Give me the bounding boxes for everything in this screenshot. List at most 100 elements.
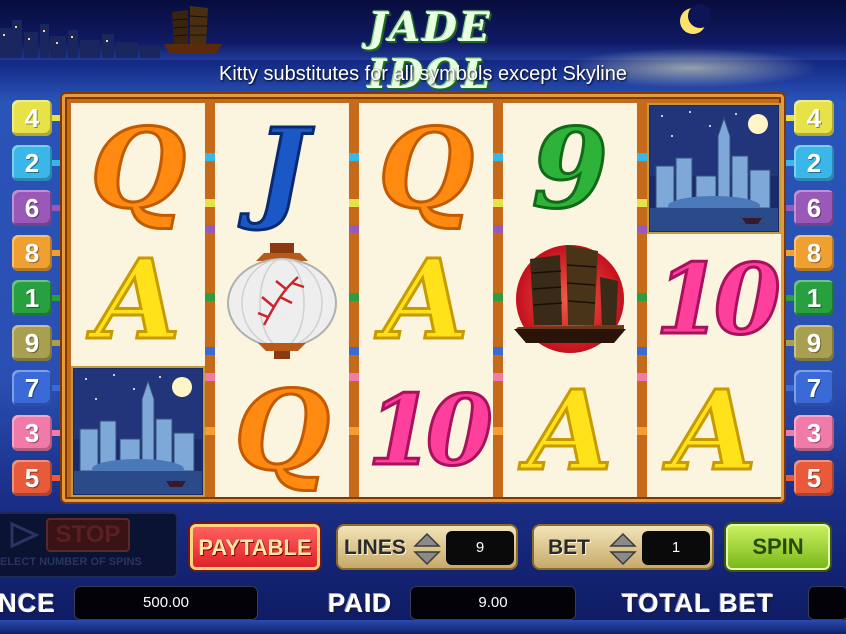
- game-logo: JADE IDOL: [367, 4, 493, 98]
- payline-connector: [349, 225, 359, 233]
- payline-left-tab[interactable]: 1: [12, 280, 66, 316]
- payline-left-tab[interactable]: 4: [12, 100, 66, 136]
- symbol-a: A: [647, 366, 781, 497]
- payline-right-tab[interactable]: 6: [780, 190, 834, 226]
- payline-right-tab[interactable]: 4: [780, 100, 834, 136]
- payline-connector: [637, 199, 647, 207]
- symbol-10: 10: [359, 366, 495, 497]
- symbol-label: J: [254, 103, 309, 233]
- total-bet-value: [808, 586, 846, 620]
- symbol-label: A: [670, 366, 758, 496]
- symbol-junk-ship-icon: [503, 234, 637, 365]
- payline-connector: [205, 225, 215, 233]
- payline-connector: [493, 427, 503, 435]
- symbol-skyline-icon: [647, 103, 781, 234]
- payline-connector: [205, 427, 215, 435]
- payline-right-tab[interactable]: 8: [780, 235, 834, 271]
- payline-connector: [349, 153, 359, 161]
- symbol-j: J: [215, 103, 349, 234]
- symbol-label: A: [526, 366, 614, 496]
- symbol-label: A: [382, 234, 470, 364]
- symbol-a: A: [359, 234, 493, 365]
- payline-right-tab[interactable]: 7: [780, 370, 834, 406]
- symbol-skyline-icon: [71, 365, 205, 497]
- bottom-strip: [0, 620, 846, 634]
- payline-connector: [493, 347, 503, 355]
- payline-connector: [349, 293, 359, 301]
- bet-stepper: BET 1: [532, 524, 714, 570]
- paytable-button[interactable]: PAYTABLE: [190, 524, 320, 570]
- payline-connector: [493, 199, 503, 207]
- payline-left-tab[interactable]: 6: [12, 190, 66, 226]
- symbol-label: Q: [89, 103, 188, 233]
- payline-connector: [637, 225, 647, 233]
- slot-game: JADE IDOL Kitty substitutes for all symb…: [0, 0, 846, 634]
- lines-up-down-arrows-icon[interactable]: [412, 530, 442, 568]
- reel-5: 10 A: [647, 103, 783, 497]
- lines-label: LINES: [344, 536, 406, 559]
- symbol-label: A: [94, 234, 182, 364]
- symbol-9: 9: [503, 103, 637, 234]
- symbol-a: A: [503, 366, 637, 497]
- stop-button[interactable]: STOP: [46, 518, 130, 552]
- payline-connector: [349, 199, 359, 207]
- lines-stepper: LINES 9: [336, 524, 518, 570]
- payline-connector: [205, 199, 215, 207]
- crescent-moon-icon: [680, 4, 710, 34]
- spin-button[interactable]: SPIN: [726, 524, 830, 570]
- payline-right-tab[interactable]: 3: [780, 415, 834, 451]
- payline-connector: [349, 427, 359, 435]
- payline-connector: [637, 153, 647, 161]
- payline-left-tab[interactable]: 3: [12, 415, 66, 451]
- symbol-10: 10: [647, 234, 783, 365]
- bet-value: 1: [642, 531, 710, 565]
- payline-connector: [637, 373, 647, 381]
- payline-indicators-left: 4 2 6 8 1 9 7 3 5: [12, 100, 66, 505]
- payline-connector: [637, 347, 647, 355]
- payline-connector: [349, 373, 359, 381]
- payline-right-tab[interactable]: 5: [780, 460, 834, 496]
- payline-connector: [349, 347, 359, 355]
- total-bet-label: TOTAL BET: [622, 588, 774, 618]
- payline-left-tab[interactable]: 7: [12, 370, 66, 406]
- paid-value: 9.00: [410, 586, 576, 620]
- payline-right-tab[interactable]: 1: [780, 280, 834, 316]
- payline-left-tab[interactable]: 5: [12, 460, 66, 496]
- autoplay-play-icon[interactable]: [6, 520, 42, 550]
- payline-connector: [205, 153, 215, 161]
- symbol-label: Q: [377, 103, 476, 233]
- reel-3: Q A 10: [359, 103, 495, 497]
- reel-2: JQ: [215, 103, 349, 497]
- payline-left-tab[interactable]: 8: [12, 235, 66, 271]
- symbol-label: 10: [654, 242, 783, 356]
- symbol-q: Q: [359, 103, 493, 234]
- payline-right-tab[interactable]: 9: [780, 325, 834, 361]
- city-skyline-silhouette: [0, 20, 160, 58]
- payline-connector: [205, 373, 215, 381]
- junk-ship-icon: [164, 6, 222, 54]
- payline-connector: [493, 373, 503, 381]
- payline-right-tab[interactable]: 2: [780, 145, 834, 181]
- lines-value: 9: [446, 531, 514, 565]
- payline-connector: [493, 153, 503, 161]
- payline-connector: [493, 225, 503, 233]
- reel-4: 9A: [503, 103, 637, 497]
- info-message: Kitty substitutes for all symbols except…: [219, 63, 627, 85]
- bet-up-down-arrows-icon[interactable]: [608, 530, 638, 568]
- symbol-q: Q: [215, 366, 349, 497]
- payline-connector: [637, 427, 647, 435]
- select-spins-label: ELECT NUMBER OF SPINS: [0, 556, 142, 568]
- reel-1: QA: [71, 103, 205, 497]
- bet-label: BET: [548, 536, 590, 559]
- payline-left-tab[interactable]: 9: [12, 325, 66, 361]
- symbol-label: Q: [233, 366, 332, 496]
- symbol-lantern-icon: [215, 234, 349, 365]
- payline-connector: [637, 293, 647, 301]
- balance-value: 500.00: [74, 586, 258, 620]
- payline-left-tab[interactable]: 2: [12, 145, 66, 181]
- payline-connector: [205, 293, 215, 301]
- symbol-label: 10: [366, 374, 495, 488]
- symbol-label: 9: [530, 103, 610, 233]
- payline-indicators-right: 4 2 6 8 1 9 7 3 5: [780, 100, 834, 505]
- symbol-q: Q: [71, 103, 205, 234]
